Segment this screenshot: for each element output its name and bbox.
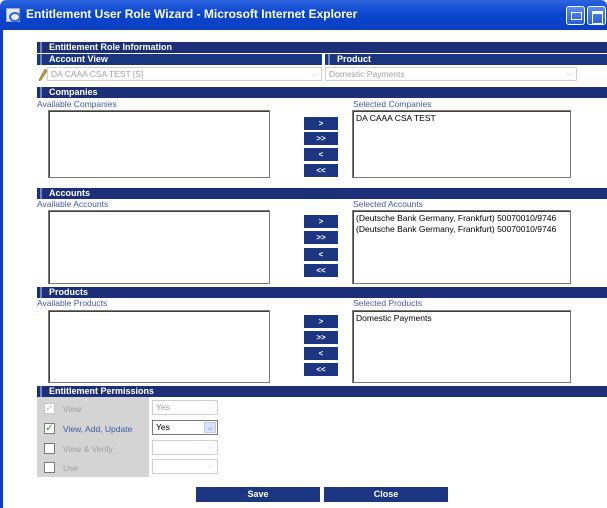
remove-all-products-button[interactable]: <<	[304, 363, 338, 376]
available-products-label: Available Products	[37, 298, 108, 308]
maximize-button[interactable]	[587, 6, 606, 25]
window-border	[0, 30, 3, 508]
window-titlebar: Entitlement User Role Wizard - Microsoft…	[0, 0, 607, 30]
view-checkbox[interactable]: ✓	[44, 403, 55, 414]
chevron-down-icon: ⌵	[565, 69, 573, 78]
available-companies-list[interactable]	[48, 110, 270, 178]
selected-companies-list[interactable]: DA CAAA CSA TEST	[352, 110, 571, 178]
selected-companies-label: Selected Companies	[353, 99, 432, 109]
view-add-update-checkbox[interactable]: ✓	[44, 423, 55, 434]
view-add-update-label: View, Add, Update	[63, 424, 133, 434]
account-view-value: DA CAAA CSA TEST [S]	[51, 69, 144, 79]
selected-products-label: Selected Products	[353, 298, 422, 308]
pencil-icon	[39, 69, 47, 81]
available-accounts-list[interactable]	[48, 210, 270, 284]
view-add-update-value: Yes	[156, 422, 170, 432]
selected-accounts-label: Selected Accounts	[353, 199, 423, 209]
permissions-header-label: Entitlement Permissions	[49, 386, 155, 396]
remove-account-button[interactable]: <	[304, 248, 338, 261]
accounts-header-label: Accounts	[49, 188, 91, 198]
view-add-update-select[interactable]: Yes ⌵	[152, 420, 218, 435]
role-info-header-label: Entitlement Role Information	[49, 42, 173, 52]
add-company-button[interactable]: >	[304, 117, 338, 130]
available-companies-label: Available Companies	[37, 99, 117, 109]
product-value: Domestic Payments	[329, 69, 405, 79]
available-products-list[interactable]	[48, 310, 270, 383]
list-item[interactable]: (Deutsche Bank Germany, Frankfurt) 50070…	[356, 213, 567, 224]
view-verify-checkbox[interactable]	[44, 443, 55, 454]
list-item[interactable]: DA CAAA CSA TEST	[356, 113, 567, 124]
chevron-down-icon: ⌵	[207, 444, 213, 451]
view-verify-label: View & Verify	[63, 444, 113, 454]
accounts-header: Accounts	[37, 188, 607, 199]
product-header: Product	[325, 54, 607, 65]
chevron-down-icon: ⌵	[207, 404, 213, 411]
view-label: View	[63, 404, 82, 414]
view-select[interactable]: Yes ⌵	[152, 400, 218, 415]
available-accounts-label: Available Accounts	[37, 199, 109, 209]
window-title: Entitlement User Role Wizard - Microsoft…	[26, 7, 358, 21]
remove-product-button[interactable]: <	[304, 347, 338, 360]
chevron-down-icon: ⌵	[310, 69, 318, 78]
account-view-header: Account View	[37, 54, 322, 65]
save-button[interactable]: Save	[196, 487, 320, 502]
companies-header-label: Companies	[49, 87, 98, 97]
chevron-down-icon: ⌵	[207, 463, 213, 470]
use-select[interactable]: ⌵	[152, 459, 218, 474]
close-button[interactable]: Close	[324, 487, 448, 502]
add-all-accounts-button[interactable]: >>	[304, 231, 338, 244]
account-view-header-label: Account View	[49, 54, 108, 64]
remove-all-accounts-button[interactable]: <<	[304, 264, 338, 277]
use-label: Use	[63, 463, 79, 473]
account-view-select[interactable]: DA CAAA CSA TEST [S] ⌵	[47, 67, 322, 81]
remove-all-companies-button[interactable]: <<	[304, 164, 338, 177]
selected-accounts-list[interactable]: (Deutsche Bank Germany, Frankfurt) 50070…	[352, 210, 571, 284]
add-product-button[interactable]: >	[304, 315, 338, 328]
product-header-label: Product	[337, 54, 372, 64]
view-verify-select[interactable]: ⌵	[152, 440, 218, 455]
permissions-header: Entitlement Permissions	[37, 386, 607, 397]
internet-explorer-icon	[6, 8, 21, 22]
selected-products-list[interactable]: Domestic Payments	[352, 310, 571, 383]
chevron-down-icon: ⌵	[204, 422, 216, 433]
add-all-companies-button[interactable]: >>	[304, 132, 338, 145]
role-info-header: Entitlement Role Information	[37, 42, 607, 53]
add-all-products-button[interactable]: >>	[304, 331, 338, 344]
products-header: Products	[37, 287, 607, 298]
minimize-button[interactable]	[566, 6, 585, 25]
use-checkbox[interactable]	[44, 462, 55, 473]
view-value: Yes	[156, 402, 170, 412]
companies-header: Companies	[37, 87, 607, 98]
remove-company-button[interactable]: <	[304, 148, 338, 161]
products-header-label: Products	[49, 287, 89, 297]
list-item[interactable]: (Deutsche Bank Germany, Frankfurt) 50070…	[356, 224, 567, 235]
list-item[interactable]: Domestic Payments	[356, 313, 567, 324]
product-select[interactable]: Domestic Payments ⌵	[325, 67, 577, 81]
add-account-button[interactable]: >	[304, 215, 338, 228]
